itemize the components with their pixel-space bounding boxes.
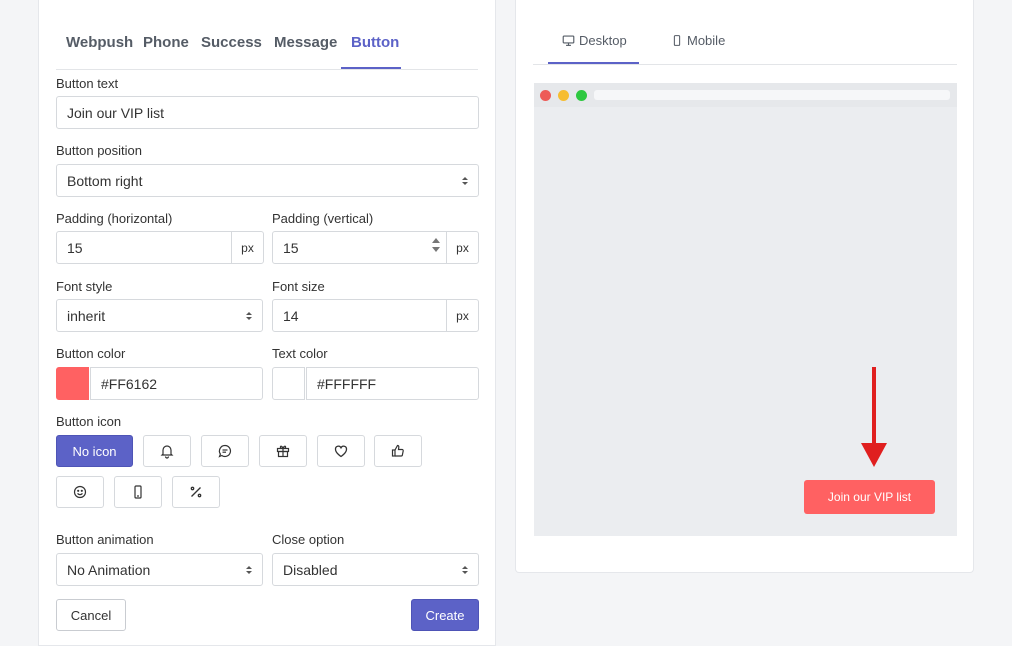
font-size-label: Font size: [272, 279, 325, 294]
tab-desktop-label: Desktop: [579, 33, 627, 48]
font-size-unit: px: [446, 299, 479, 332]
font-style-select[interactable]: inherit: [56, 299, 263, 332]
preview-cta-button: Join our VIP list: [804, 480, 935, 514]
create-button[interactable]: Create: [411, 599, 479, 631]
tab-webpush[interactable]: Webpush: [66, 34, 133, 51]
icon-option-heart[interactable]: [317, 435, 365, 467]
icon-option-chat[interactable]: [201, 435, 249, 467]
font-style-value: inherit: [67, 307, 106, 324]
close-option-value: Disabled: [283, 561, 338, 578]
browser-toolbar: [534, 83, 957, 107]
button-color-value: #FF6162: [101, 375, 158, 392]
editor-tabs: Webpush Phone Success Message Button: [56, 0, 478, 70]
padding-horizontal-value: 15: [67, 239, 83, 256]
font-size-value: 14: [283, 307, 299, 324]
select-arrows-icon: [462, 177, 468, 185]
button-color-label: Button color: [56, 346, 126, 361]
icon-option-percent[interactable]: [172, 476, 220, 508]
text-color-label: Text color: [272, 346, 328, 361]
button-icon-label: Button icon: [56, 414, 122, 429]
thumbs-up-icon: [391, 444, 404, 457]
button-position-label: Button position: [56, 143, 143, 158]
font-size-input[interactable]: 14: [272, 299, 447, 332]
text-color-input[interactable]: #FFFFFF: [306, 367, 479, 400]
padding-vertical-value: 15: [283, 239, 299, 256]
bell-icon: [160, 445, 174, 459]
no-icon-button[interactable]: No icon: [56, 435, 133, 467]
tab-message[interactable]: Message: [274, 34, 337, 51]
tab-phone[interactable]: Phone: [143, 34, 189, 51]
close-dot-icon: [540, 90, 551, 101]
button-position-value: Bottom right: [67, 172, 143, 189]
icon-option-thumbs-up[interactable]: [374, 435, 422, 467]
url-bar: [594, 90, 950, 100]
tab-button[interactable]: Button: [351, 34, 399, 51]
padding-vertical-input[interactable]: 15: [272, 231, 447, 264]
maximize-dot-icon: [576, 90, 587, 101]
close-option-select[interactable]: Disabled: [272, 553, 479, 586]
active-tab-indicator: [548, 62, 639, 64]
padding-vertical-label: Padding (vertical): [272, 211, 374, 226]
text-color-value: #FFFFFF: [317, 375, 377, 392]
button-animation-value: No Animation: [67, 561, 151, 578]
cancel-button[interactable]: Cancel: [56, 599, 126, 631]
button-text-input[interactable]: Join our VIP list: [56, 96, 479, 129]
icon-option-bell[interactable]: [143, 435, 191, 467]
button-color-swatch[interactable]: [56, 367, 89, 400]
select-arrows-icon: [246, 566, 252, 574]
tab-mobile[interactable]: Mobile: [671, 33, 725, 48]
icon-option-gift[interactable]: [259, 435, 307, 467]
preview-tabs: Desktop Mobile: [533, 0, 957, 65]
mobile-icon: [673, 35, 681, 46]
preview-panel: Desktop Mobile Join our VIP list: [515, 0, 974, 573]
arrow-head-icon: [861, 443, 887, 467]
editor-panel: Webpush Phone Success Message Button But…: [38, 0, 496, 646]
percent-icon: [190, 486, 202, 498]
icon-option-mobile[interactable]: [114, 476, 162, 508]
close-option-label: Close option: [272, 532, 345, 547]
desktop-icon: [562, 35, 575, 46]
padding-horizontal-label: Padding (horizontal): [56, 211, 173, 226]
icon-option-smile[interactable]: [56, 476, 104, 508]
button-color-input[interactable]: #FF6162: [90, 367, 263, 400]
active-tab-indicator: [341, 67, 401, 69]
padding-horizontal-unit: px: [231, 231, 264, 264]
padding-horizontal-input[interactable]: 15: [56, 231, 232, 264]
chat-icon: [218, 444, 232, 458]
padding-vertical-unit: px: [446, 231, 479, 264]
button-text-value: Join our VIP list: [67, 104, 165, 121]
smile-icon: [73, 485, 87, 499]
select-arrows-icon: [462, 566, 468, 574]
button-text-label: Button text: [56, 76, 119, 91]
heart-icon: [334, 445, 348, 458]
gift-icon: [276, 445, 290, 458]
minimize-dot-icon: [558, 90, 569, 101]
text-color-swatch[interactable]: [272, 367, 305, 400]
tab-success[interactable]: Success: [201, 34, 262, 51]
mobile-icon: [134, 485, 142, 499]
select-arrows-icon: [246, 312, 252, 320]
button-animation-select[interactable]: No Animation: [56, 553, 263, 586]
button-animation-label: Button animation: [56, 532, 154, 547]
number-spinner-icon[interactable]: [432, 238, 440, 258]
tab-desktop[interactable]: Desktop: [562, 33, 627, 48]
button-position-select[interactable]: Bottom right: [56, 164, 479, 197]
tab-mobile-label: Mobile: [687, 33, 726, 48]
browser-preview: Join our VIP list: [534, 83, 957, 536]
arrow-down-icon: [872, 367, 876, 447]
font-style-label: Font style: [56, 279, 113, 294]
